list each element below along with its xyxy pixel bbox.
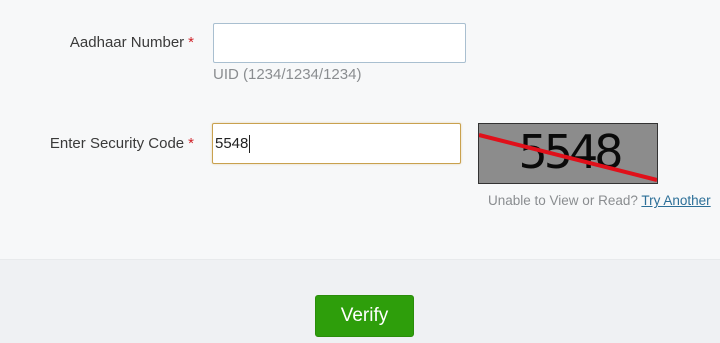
security-code-input[interactable]: 5548 xyxy=(212,123,461,164)
captcha-help-text: Unable to View or Read? xyxy=(488,193,638,208)
security-code-label-text: Enter Security Code xyxy=(49,135,185,152)
captcha-image: 5548 xyxy=(478,123,658,184)
verify-button[interactable]: Verify xyxy=(315,295,414,337)
verify-aadhaar-page: Aadhaar Number * UID (1234/1234/1234) Ent… xyxy=(0,0,720,343)
required-marker: * xyxy=(188,34,194,51)
try-another-link[interactable]: Try Another xyxy=(641,193,710,208)
aadhaar-number-input[interactable] xyxy=(213,23,466,63)
text-caret xyxy=(249,134,251,153)
captcha-graphic: 5548 xyxy=(479,125,657,182)
captcha-text: 5548 xyxy=(518,125,621,179)
required-marker: * xyxy=(188,135,194,152)
security-code-value: 5548 xyxy=(215,135,249,152)
aadhaar-number-label-text: Aadhaar Number xyxy=(69,34,185,51)
aadhaar-number-label: Aadhaar Number * xyxy=(70,34,194,51)
aadhaar-format-hint: UID (1234/1234/1234) xyxy=(213,66,362,83)
captcha-help: Unable to View or Read? Try Another xyxy=(488,193,711,208)
security-code-label: Enter Security Code * xyxy=(50,135,194,152)
form-panel: Aadhaar Number * UID (1234/1234/1234) Ent… xyxy=(0,0,720,260)
